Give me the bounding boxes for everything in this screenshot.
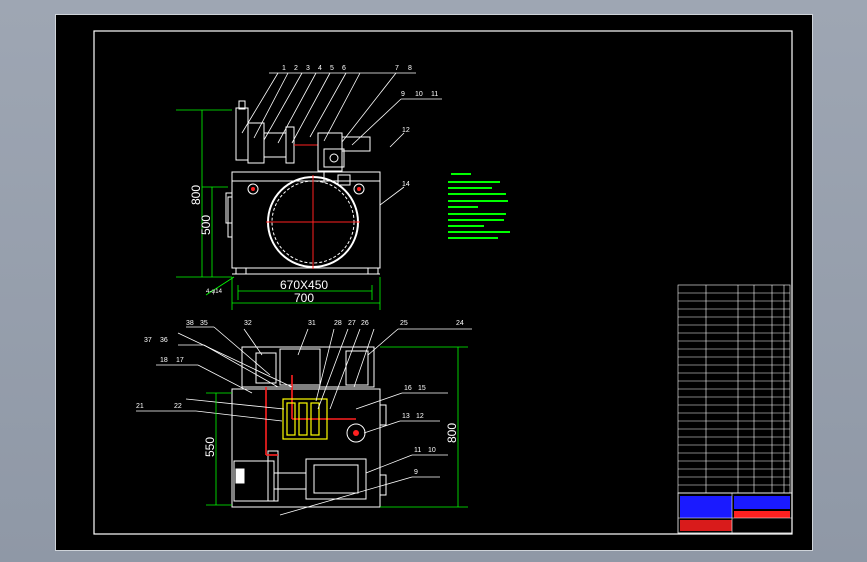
balloon-8: 8 <box>408 65 412 72</box>
balloon-12b: 12 <box>416 413 424 420</box>
bottom-leaders <box>136 326 472 516</box>
dim-hole-spec: 4-φ14 <box>206 289 223 295</box>
balloon-26: 26 <box>361 320 369 327</box>
dim-800-top: 800 <box>189 185 203 205</box>
balloon-9: 9 <box>401 91 405 98</box>
balloon-7: 7 <box>395 65 399 72</box>
balloon-3: 3 <box>306 65 310 72</box>
balloon-4: 4 <box>318 65 322 72</box>
balloon-9b: 9 <box>414 469 418 476</box>
balloon-16: 16 <box>404 385 412 392</box>
balloon-5: 5 <box>330 65 334 72</box>
balloon-24: 24 <box>456 320 464 327</box>
balloon-31: 31 <box>308 320 316 327</box>
balloon-37: 37 <box>144 337 152 344</box>
inner-border <box>93 30 793 535</box>
balloon-22: 22 <box>174 403 182 410</box>
balloon-27: 27 <box>348 320 356 327</box>
balloon-6: 6 <box>342 65 346 72</box>
bottom-dimensions <box>206 346 468 508</box>
balloon-1: 1 <box>282 65 286 72</box>
balloon-12: 12 <box>402 127 410 134</box>
dim-550: 550 <box>203 437 217 457</box>
balloon-25: 25 <box>400 320 408 327</box>
balloon-18: 18 <box>160 357 168 364</box>
balloon-35: 35 <box>200 320 208 327</box>
balloon-38: 38 <box>186 320 194 327</box>
top-dimensions <box>176 109 381 310</box>
balloon-17: 17 <box>176 357 184 364</box>
bottom-view <box>231 346 387 508</box>
balloon-15: 15 <box>418 385 426 392</box>
top-view <box>225 100 381 275</box>
dim-500-top: 500 <box>199 215 213 235</box>
bottom-balloon-labels: 38 35 32 31 28 27 26 25 24 37 36 18 17 2… <box>136 320 464 476</box>
balloon-10: 10 <box>415 91 423 98</box>
drawing-sheet: 1 2 3 4 5 6 7 8 9 10 11 12 14 800 500 67… <box>55 14 813 551</box>
balloon-2: 2 <box>294 65 298 72</box>
dim-670x450: 670X450 <box>280 278 328 292</box>
balloon-13: 13 <box>402 413 410 420</box>
balloon-36: 36 <box>160 337 168 344</box>
cad-drawing: 1 2 3 4 5 6 7 8 9 10 11 12 14 800 500 67… <box>93 30 793 535</box>
parts-list-rows <box>678 292 790 486</box>
balloon-21: 21 <box>136 403 144 410</box>
top-balloon-labels: 1 2 3 4 5 6 7 8 9 10 11 12 14 <box>282 65 438 188</box>
balloon-14: 14 <box>402 181 410 188</box>
balloon-10b: 10 <box>428 447 436 454</box>
balloon-32: 32 <box>244 320 252 327</box>
dim-700-top: 700 <box>294 291 314 305</box>
technical-notes <box>448 173 510 239</box>
balloon-11b: 11 <box>414 447 421 454</box>
dim-800-bottom: 800 <box>445 423 459 443</box>
title-block <box>677 492 793 534</box>
balloon-28: 28 <box>334 320 342 327</box>
balloon-11: 11 <box>431 91 438 98</box>
